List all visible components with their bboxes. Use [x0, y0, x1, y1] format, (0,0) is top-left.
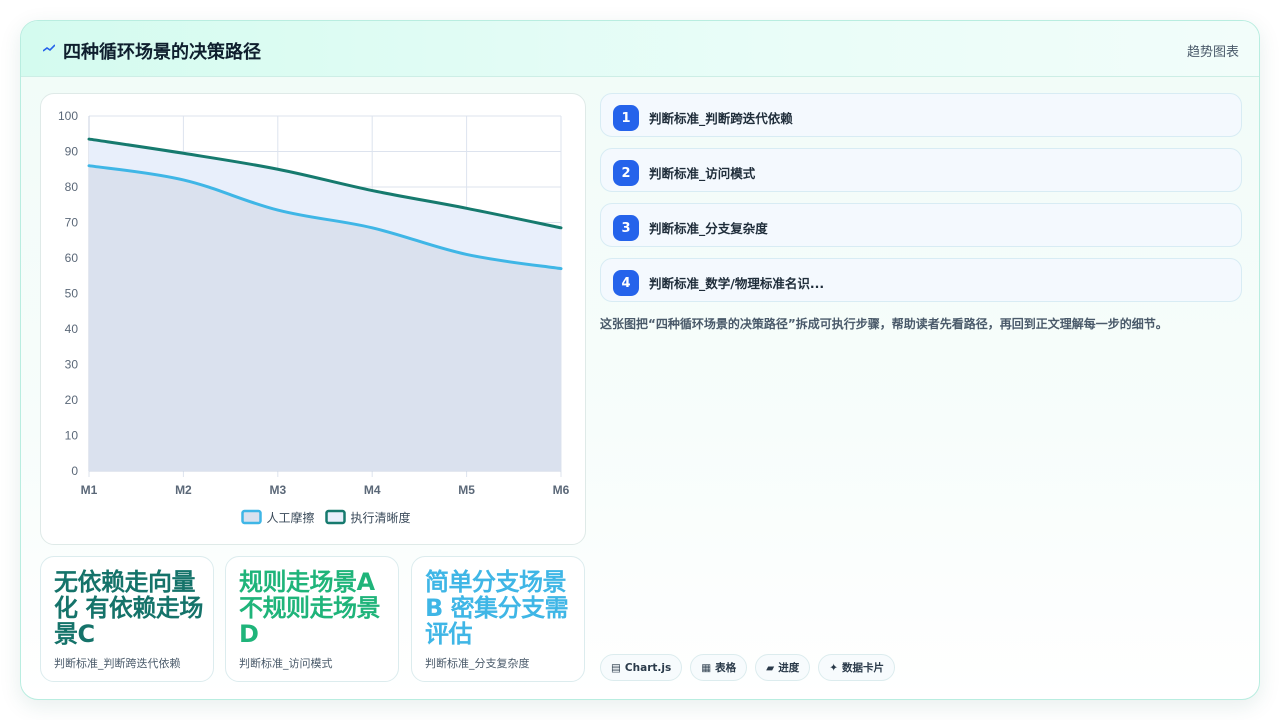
metric-value: 无依赖走向量化 有依赖走场景C — [54, 568, 203, 648]
x-tick-label: M2 — [175, 483, 192, 497]
metric-card: 无依赖走向量化 有依赖走场景C 判断标准_判断跨迭代依赖 — [40, 556, 214, 682]
card-header: 四种循环场景的决策路径 趋势图表 — [21, 21, 1259, 77]
metric-card: 规则走场景A 不规则走场景D 判断标准_访问模式 — [225, 556, 399, 682]
chart-panel: 0 10 20 30 40 50 60 70 80 90 100 M1 M2 M3 M4 M5 M6 人工摩擦 执行… — [40, 93, 586, 545]
feature-tags: ▤ Chart.js ▦ 表格 ▰ 进度 ✦ 数据卡片 — [600, 654, 896, 681]
step-number: 3 — [613, 215, 639, 241]
chart-type-badge: 趋势图表 — [1186, 45, 1239, 60]
step-item[interactable]: 2 判断标准_访问模式 — [600, 148, 1242, 192]
step-item[interactable]: 1 判断标准_判断跨迭代依赖 — [600, 93, 1242, 137]
metric-card: 简单分支场景B 密集分支需评估 判断标准_分支复杂度 — [411, 556, 585, 682]
tag-label: Chart.js — [624, 661, 672, 674]
tag-label: 数据卡片 — [842, 662, 885, 674]
y-tick-label: 40 — [65, 322, 79, 336]
step-number: 1 — [613, 105, 639, 131]
x-tick-label: M5 — [458, 483, 475, 497]
progress-icon: ▰ — [766, 661, 775, 674]
tag-label: 表格 — [715, 662, 737, 674]
legend-label: 人工摩擦 — [267, 510, 315, 525]
legend-swatch — [325, 509, 346, 525]
tag-chartjs[interactable]: ▤ Chart.js — [600, 654, 683, 681]
tag-data-card[interactable]: ✦ 数据卡片 — [818, 654, 896, 681]
legend-label: 执行清晰度 — [351, 510, 411, 525]
step-label: 判断标准_判断跨迭代依赖 — [649, 111, 793, 126]
metric-label: 判断标准_分支复杂度 — [425, 657, 530, 670]
y-tick-label: 10 — [65, 429, 79, 443]
step-label: 判断标准_访问模式 — [649, 166, 756, 181]
tag-table[interactable]: ▦ 表格 — [690, 654, 748, 681]
metric-label: 判断标准_访问模式 — [239, 657, 333, 670]
legend-swatch — [241, 509, 262, 525]
y-tick-label: 0 — [71, 464, 78, 478]
sparkle-icon: ✦ — [829, 661, 839, 674]
metric-label: 判断标准_判断跨迭代依赖 — [54, 657, 181, 670]
main-card: 四种循环场景的决策路径 趋势图表 0 10 20 30 40 50 60 70 80 90 100 M… — [20, 20, 1260, 700]
trend-icon — [43, 44, 55, 52]
metric-value: 规则走场景A 不规则走场景D — [239, 568, 381, 648]
y-tick-label: 100 — [58, 109, 78, 123]
page-title: 四种循环场景的决策路径 — [63, 42, 261, 63]
chart-icon: ▤ — [611, 661, 621, 674]
x-tick-label: M6 — [553, 483, 570, 497]
y-tick-label: 90 — [65, 145, 79, 159]
y-tick-label: 20 — [65, 393, 79, 407]
y-tick-label: 60 — [65, 251, 79, 265]
x-tick-label: M4 — [364, 483, 381, 497]
step-number: 2 — [613, 160, 639, 186]
line-chart: 0 10 20 30 40 50 60 70 80 90 100 M1 M2 M3 M4 M5 M6 人工摩擦 执行… — [58, 109, 570, 525]
x-tick-label: M1 — [81, 483, 98, 497]
step-list: 1 判断标准_判断跨迭代依赖 2 判断标准_访问模式 3 判断标准_分支复杂度 … — [600, 93, 1242, 313]
step-item[interactable]: 4 判断标准_数学/物理标准名识... — [600, 258, 1242, 302]
step-number: 4 — [613, 270, 639, 296]
x-tick-label: M3 — [269, 483, 286, 497]
step-label: 判断标准_数学/物理标准名识... — [649, 276, 825, 291]
y-tick-label: 70 — [65, 216, 79, 230]
table-icon: ▦ — [701, 661, 712, 674]
step-label: 判断标准_分支复杂度 — [649, 221, 768, 236]
y-tick-label: 30 — [65, 358, 79, 372]
step-item[interactable]: 3 判断标准_分支复杂度 — [600, 203, 1242, 247]
y-tick-label: 80 — [65, 180, 79, 194]
chart-description: 这张图把“四种循环场景的决策路径”拆成可执行步骤，帮助读者先看路径，再回到正文理… — [600, 317, 1168, 331]
y-tick-label: 50 — [65, 287, 79, 301]
tag-label: 进度 — [778, 662, 800, 674]
metric-value: 简单分支场景B 密集分支需评估 — [425, 568, 569, 648]
tag-progress[interactable]: ▰ 进度 — [755, 654, 811, 681]
